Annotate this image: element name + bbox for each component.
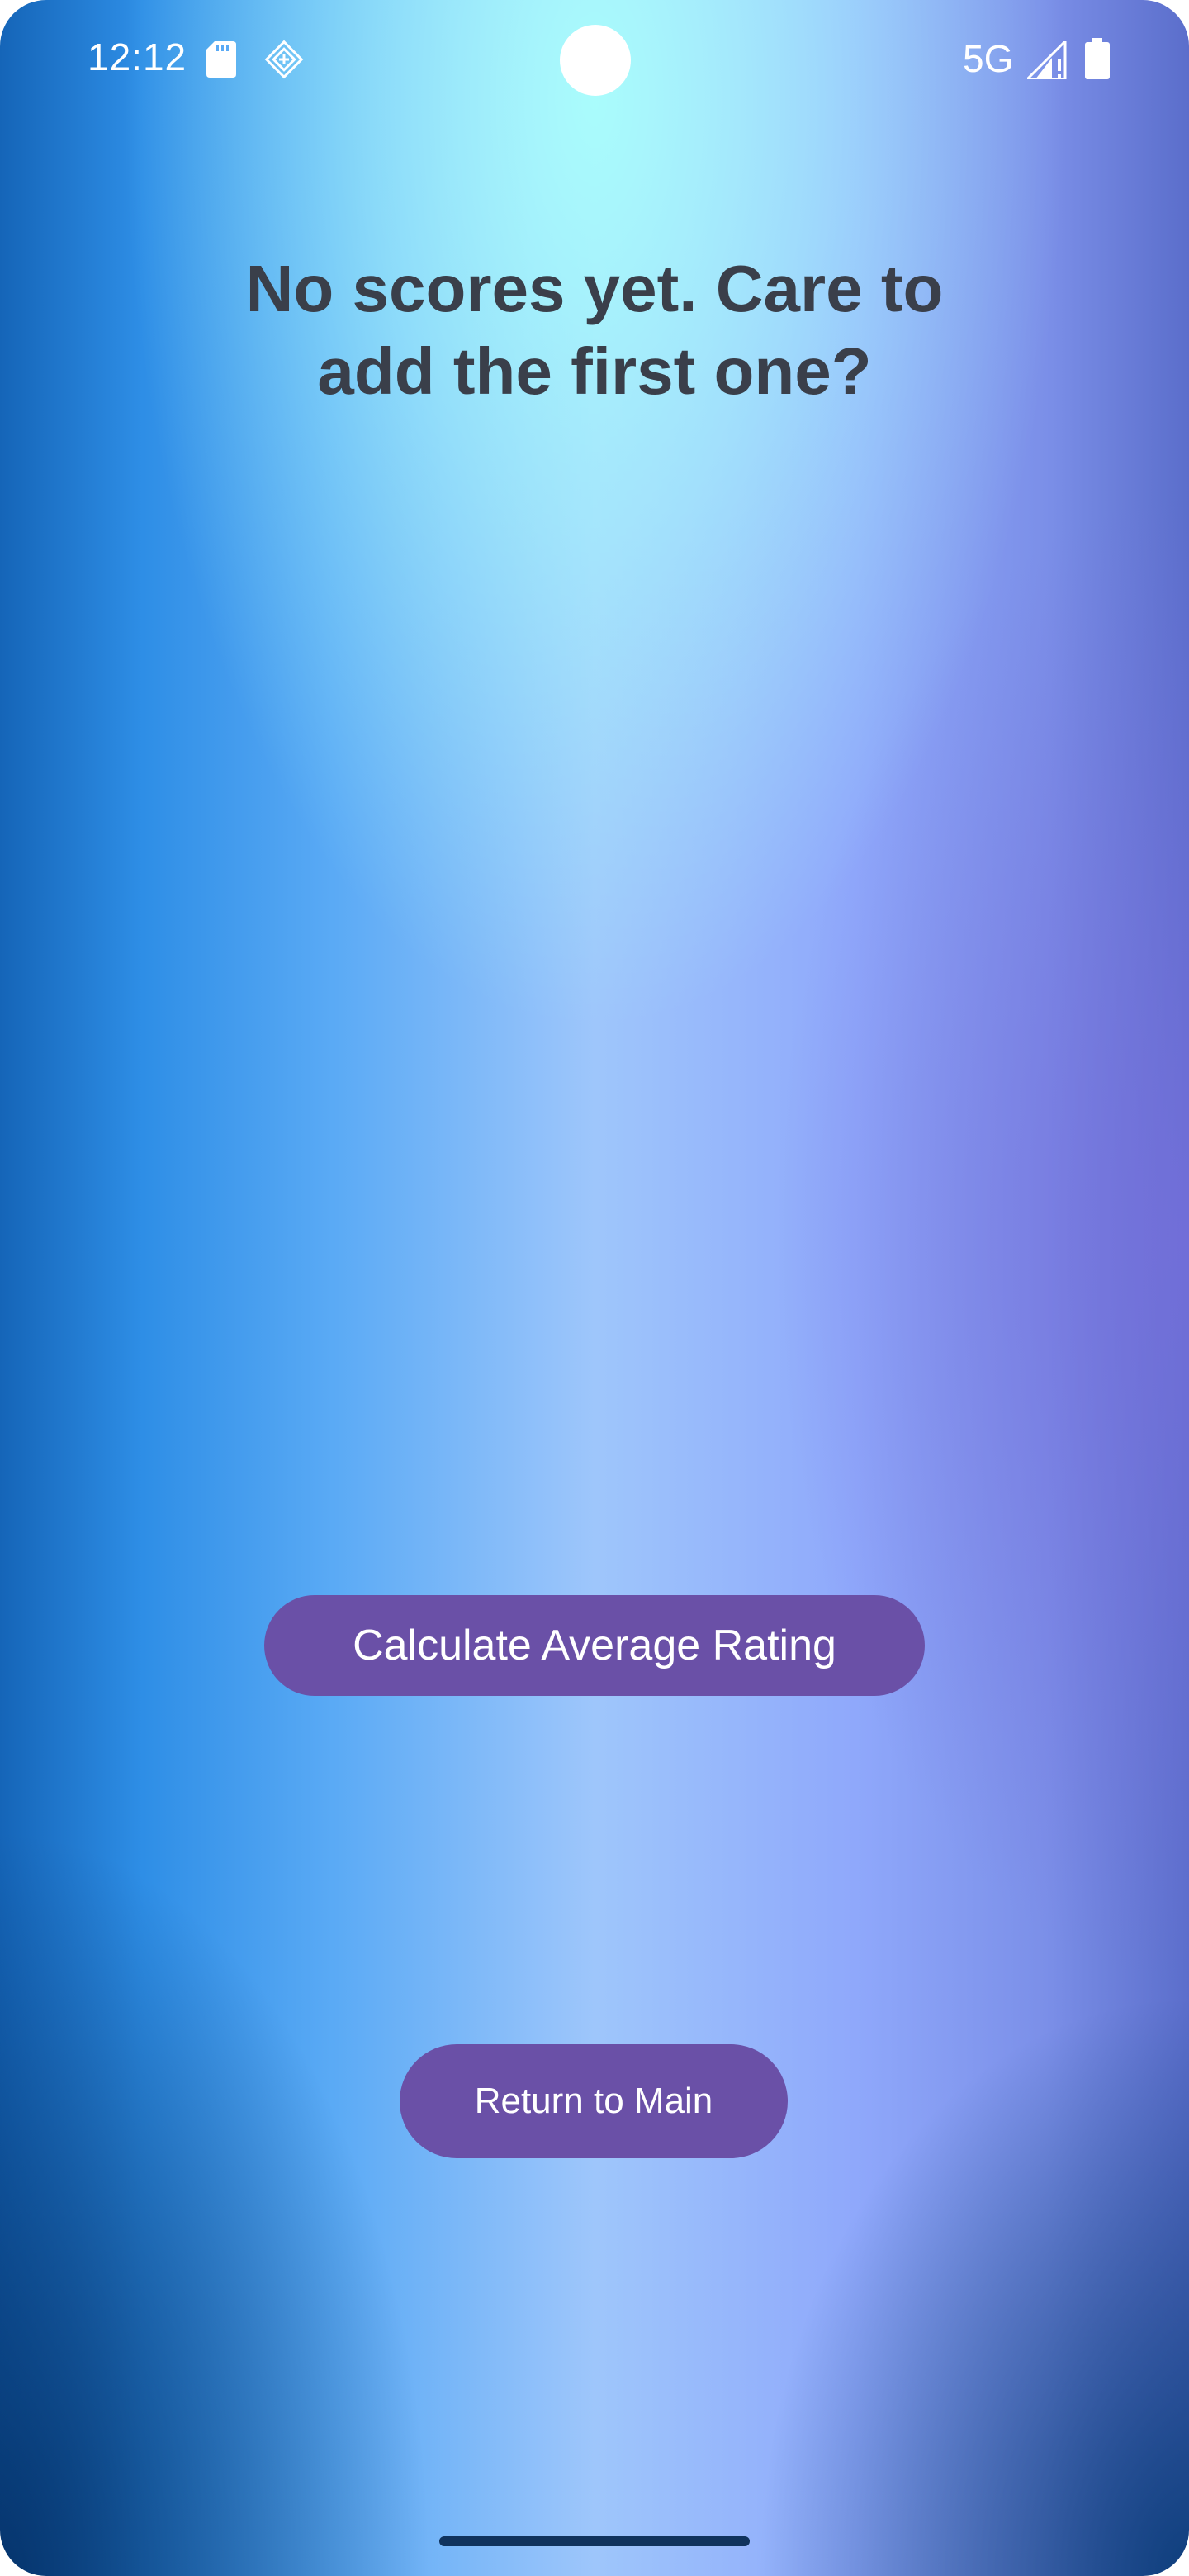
- calculate-average-rating-button[interactable]: Calculate Average Rating: [264, 1595, 925, 1696]
- network-type-label: 5G: [963, 37, 1014, 80]
- status-bar: 12:12 5G: [0, 0, 1189, 124]
- empty-scores-message: No scores yet. Care to add the first one…: [245, 252, 944, 408]
- signal-icon: [1027, 41, 1067, 79]
- home-indicator[interactable]: [439, 2536, 750, 2546]
- battery-icon: [1085, 38, 1110, 79]
- sd-card-icon: [206, 41, 236, 78]
- app-notification-icon: [264, 40, 304, 79]
- status-time: 12:12: [88, 36, 187, 78]
- camera-cutout: [560, 25, 631, 96]
- return-to-main-button[interactable]: Return to Main: [400, 2044, 788, 2158]
- screen: 12:12 5G No scores yet. Care to add the …: [0, 0, 1189, 2576]
